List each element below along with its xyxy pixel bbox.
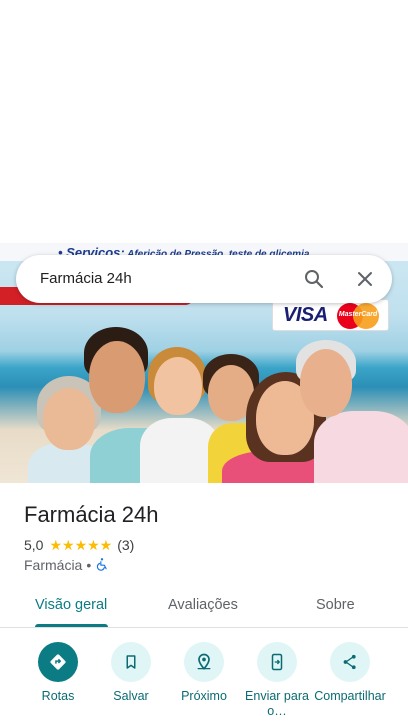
review-count[interactable]: (3) — [117, 537, 134, 553]
nearby-icon — [184, 642, 224, 682]
rating-row[interactable]: 5,0 ★★★★★ (3) — [24, 536, 134, 554]
card-brands-badge: VISA MasterCard — [272, 299, 389, 331]
rating-stars: ★★★★★ — [49, 536, 113, 553]
map-area-blank — [0, 0, 408, 243]
share-icon — [330, 642, 370, 682]
place-category: Farmácia — [24, 557, 83, 573]
nearby-button[interactable]: Próximo — [167, 640, 241, 726]
place-name: Farmácia 24h — [24, 502, 159, 527]
search-input[interactable]: Farmácia 24h — [40, 270, 132, 287]
bookmark-icon — [111, 642, 151, 682]
tab-overview[interactable]: Visão geral — [35, 597, 107, 613]
visa-logo: VISA — [283, 304, 328, 326]
tab-bar: Visão geral Avaliações Sobre — [0, 588, 408, 628]
tab-about[interactable]: Sobre — [316, 597, 355, 613]
search-icon[interactable] — [302, 267, 326, 291]
save-button[interactable]: Salvar — [94, 640, 168, 726]
tab-reviews[interactable]: Avaliações — [168, 597, 238, 613]
share-button[interactable]: Compartilhar — [313, 640, 387, 726]
action-bar: Rotas Salvar Próximo Enviar para o… Comp… — [0, 640, 408, 726]
directions-button[interactable]: Rotas — [21, 640, 95, 726]
directions-icon — [38, 642, 78, 682]
send-to-phone-icon — [257, 642, 297, 682]
search-bar[interactable]: Farmácia 24h — [16, 255, 392, 303]
close-icon[interactable] — [353, 267, 377, 291]
category-row: Farmácia • — [24, 557, 109, 573]
wheelchair-icon — [95, 557, 109, 574]
share-label: Compartilhar — [314, 689, 386, 703]
send-to-phone-button[interactable]: Enviar para o… — [240, 640, 314, 726]
separator-dot: • — [86, 557, 92, 573]
rating-value: 5,0 — [24, 537, 44, 553]
active-tab-indicator — [35, 624, 108, 627]
mastercard-logo: MasterCard — [337, 303, 379, 329]
